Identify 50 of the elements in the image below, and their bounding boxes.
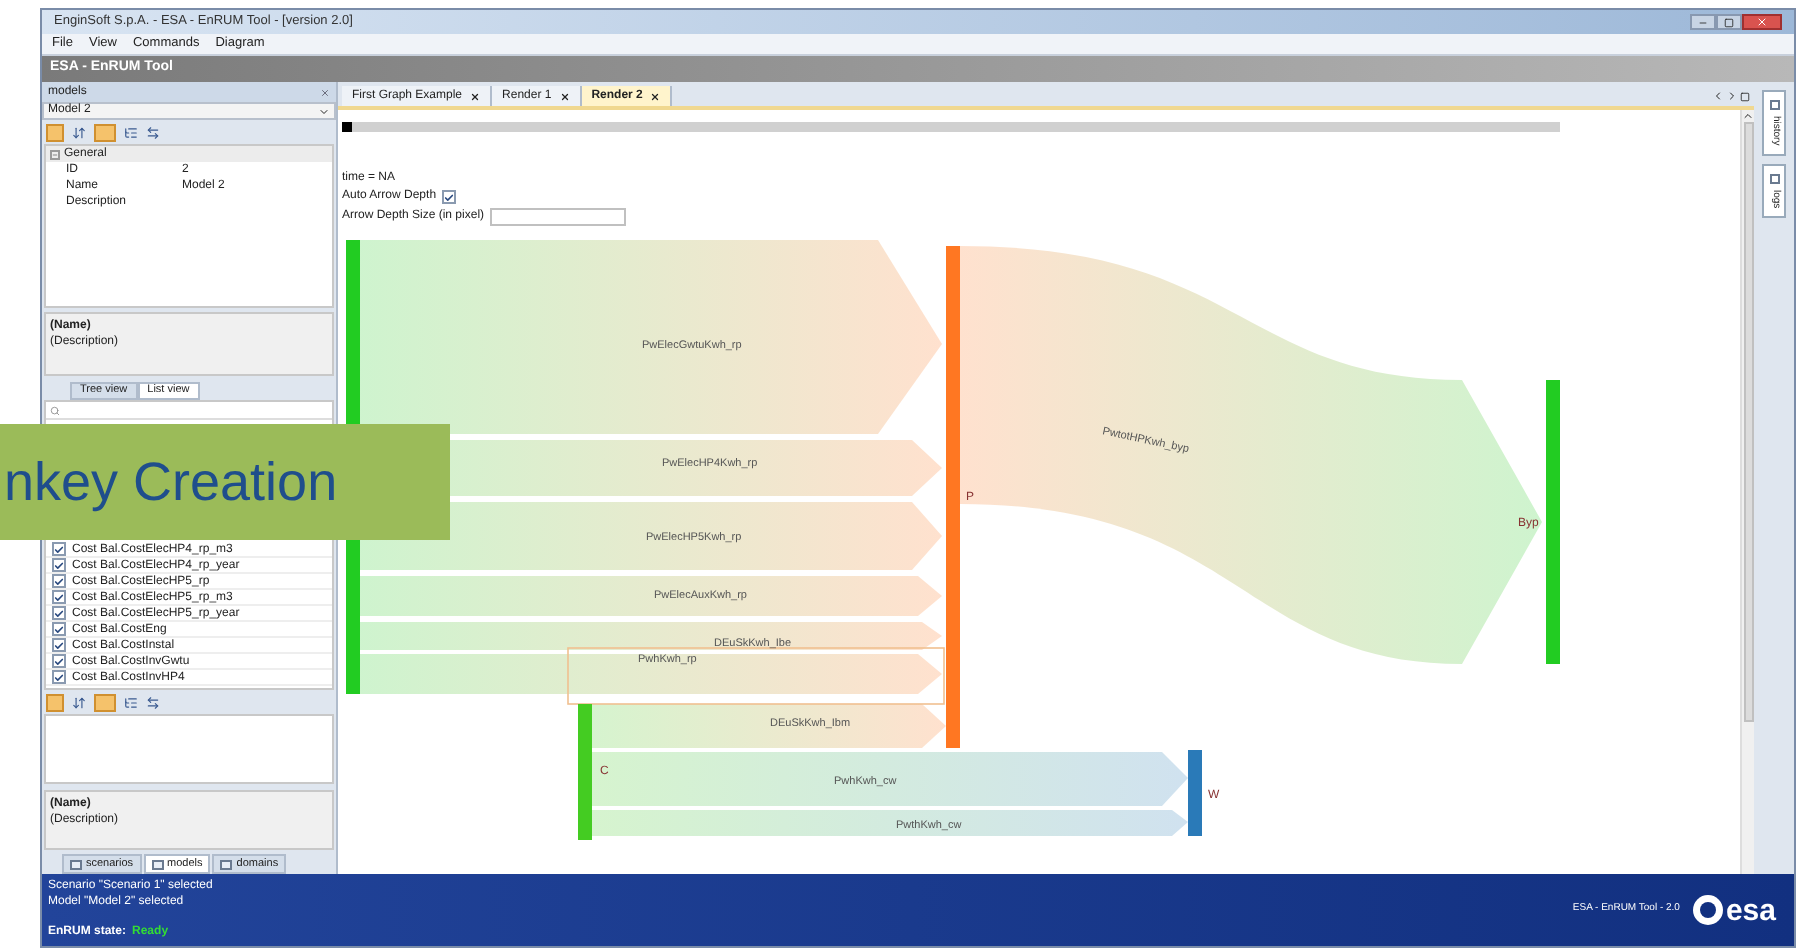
- vertical-scrollbar[interactable]: [1740, 110, 1754, 874]
- checkbox[interactable]: [52, 654, 66, 668]
- time-slider[interactable]: [342, 121, 1560, 131]
- checkbox[interactable]: [52, 622, 66, 636]
- minimize-button[interactable]: [1690, 14, 1716, 30]
- close-icon: [470, 91, 481, 101]
- close-button[interactable]: [1742, 14, 1782, 30]
- panel-icon: [1769, 173, 1779, 184]
- swap-icon[interactable]: [146, 125, 160, 139]
- caption-text: nkey Creation: [4, 449, 338, 516]
- checkbox[interactable]: [52, 558, 66, 572]
- panel-icon: [151, 859, 164, 869]
- sort-icon[interactable]: [72, 125, 86, 139]
- swap-icon[interactable]: [146, 695, 160, 709]
- slider-thumb[interactable]: [342, 121, 352, 131]
- checkbox[interactable]: [52, 670, 66, 684]
- logo-text: esa: [1725, 895, 1776, 925]
- property-pages-icon[interactable]: [94, 123, 116, 141]
- close-icon: [1756, 16, 1768, 28]
- panel-icon: [220, 859, 233, 869]
- panel-icon: [70, 859, 82, 869]
- tree-icon[interactable]: [124, 125, 138, 139]
- close-icon: [559, 91, 570, 101]
- tree-icon[interactable]: [124, 695, 138, 709]
- maximize-button[interactable]: [1716, 14, 1742, 30]
- depth-size-field[interactable]: [490, 207, 627, 225]
- checkbox[interactable]: [52, 542, 66, 556]
- property-pages-icon[interactable]: [94, 693, 116, 711]
- minimize-icon: [1698, 17, 1708, 27]
- scroll-thumb[interactable]: [1743, 122, 1753, 722]
- checkbox[interactable]: [52, 590, 66, 604]
- panel-icon: [1769, 100, 1779, 110]
- scroll-right-icon[interactable]: [1726, 90, 1738, 102]
- checkbox[interactable]: [442, 190, 457, 204]
- check-icon: [444, 191, 455, 203]
- collapse-icon[interactable]: [50, 149, 60, 159]
- scroll-left-icon[interactable]: [1712, 90, 1724, 102]
- checkbox[interactable]: [52, 574, 66, 588]
- search-icon: [50, 405, 60, 415]
- sort-icon[interactable]: [72, 695, 86, 709]
- checkbox[interactable]: [52, 606, 66, 620]
- checkbox[interactable]: [52, 638, 66, 652]
- scroll-up-icon[interactable]: [1742, 110, 1754, 122]
- search-field[interactable]: [46, 402, 332, 420]
- close-icon: [650, 91, 661, 101]
- caret-icon: [318, 105, 330, 117]
- maximize-icon: [1724, 17, 1734, 27]
- categorized-icon[interactable]: [46, 123, 64, 141]
- window-list-icon[interactable]: [1740, 91, 1750, 101]
- categorized-icon[interactable]: [46, 693, 64, 711]
